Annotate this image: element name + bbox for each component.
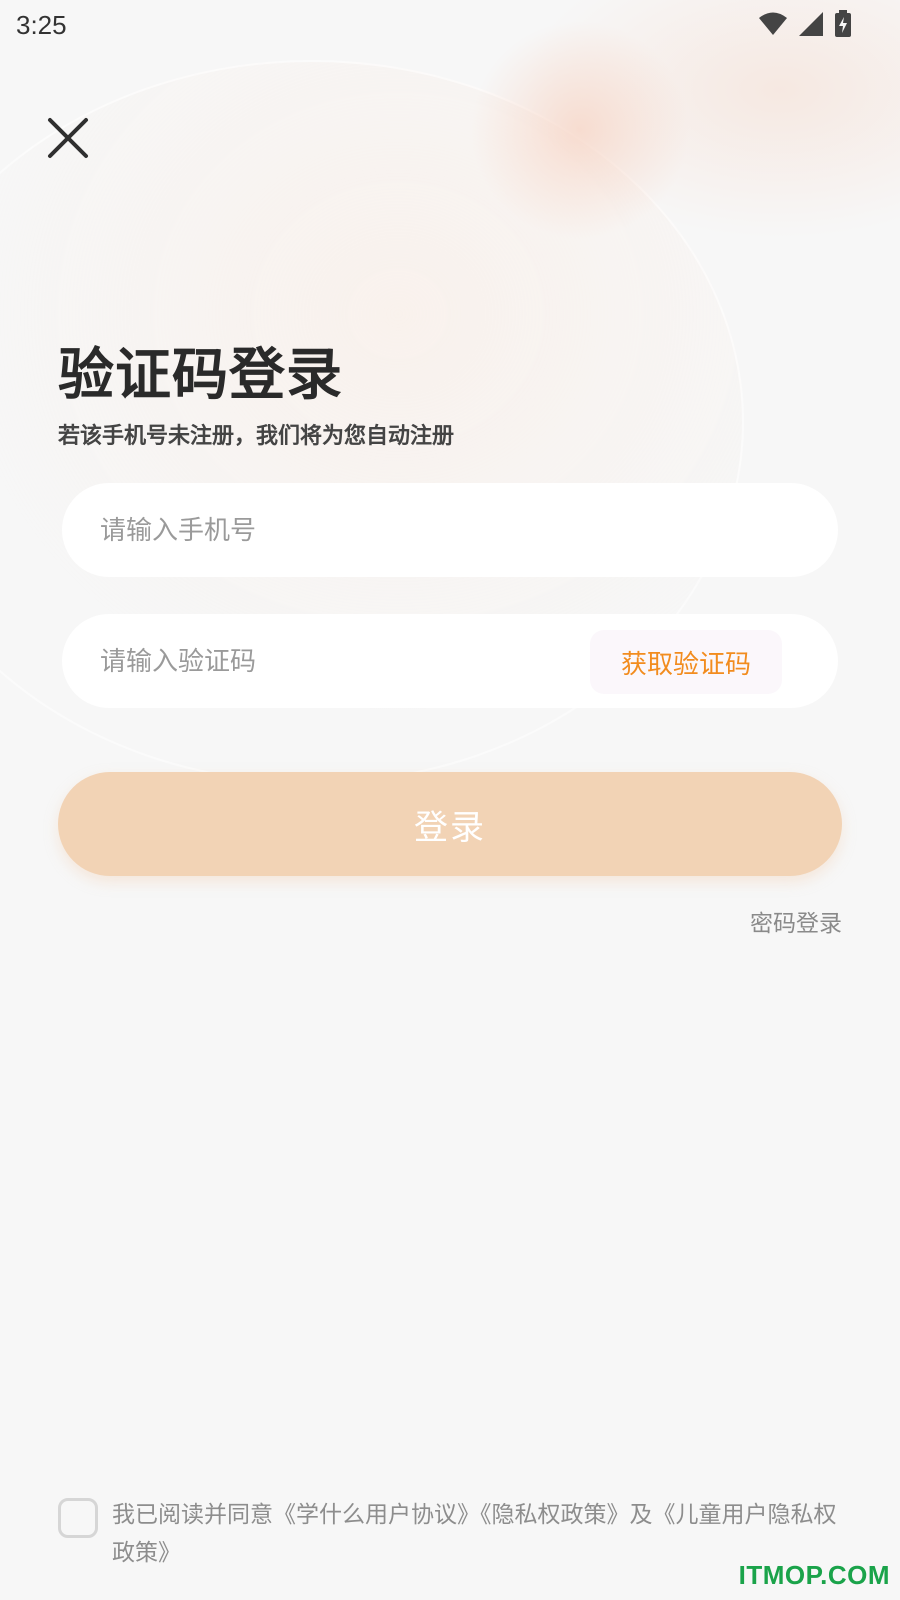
agreement-text: 我已阅读并同意《学什么用户协议》《隐私权政策》及《儿童用户隐私权政策》 — [112, 1496, 842, 1572]
page-subtitle: 若该手机号未注册，我们将为您自动注册 — [58, 424, 455, 449]
background-blob — [470, 20, 690, 240]
phone-input[interactable] — [98, 483, 802, 579]
battery-charging-icon — [834, 10, 852, 42]
agreement-conjunction: 及 — [629, 1502, 653, 1528]
phone-field-container — [62, 483, 838, 579]
watermark: ITMOP.COM — [738, 1560, 890, 1590]
agreement-prefix: 我已阅读并同意 — [112, 1502, 273, 1528]
status-icons — [758, 10, 852, 42]
status-time: 3:25 — [16, 10, 67, 40]
privacy-policy-link[interactable]: 《隐私权政策》 — [480, 1502, 630, 1528]
agreement-section: 我已阅读并同意《学什么用户协议》《隐私权政策》及《儿童用户隐私权政策》 — [58, 1496, 848, 1572]
close-button[interactable] — [40, 110, 96, 166]
code-field-container: 获取验证码 — [62, 614, 838, 710]
status-bar: 3:25 — [0, 0, 900, 50]
verification-code-input[interactable] — [98, 614, 572, 710]
close-icon — [48, 118, 88, 158]
wifi-icon — [758, 11, 788, 41]
user-agreement-link[interactable]: 《学什么用户协议》 — [273, 1502, 480, 1528]
agreement-checkbox[interactable] — [58, 1498, 98, 1538]
signal-icon — [798, 11, 824, 41]
get-code-button[interactable]: 获取验证码 — [590, 630, 782, 694]
login-button[interactable]: 登录 — [58, 772, 842, 876]
password-login-link[interactable]: 密码登录 — [750, 904, 842, 938]
page-title: 验证码登录 — [58, 343, 343, 408]
